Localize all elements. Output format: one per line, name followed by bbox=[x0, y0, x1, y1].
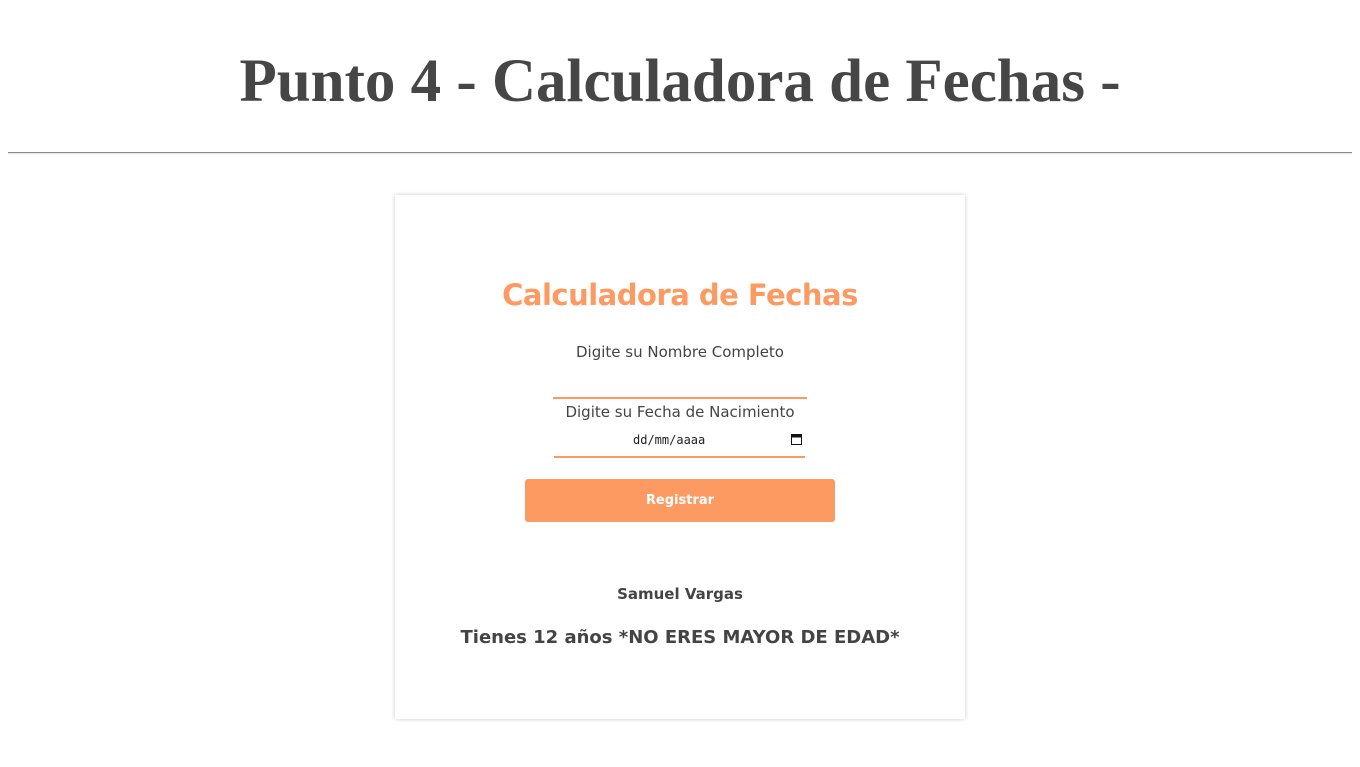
name-label: Digite su Nombre Completo bbox=[576, 343, 784, 361]
result-name: Samuel Vargas bbox=[617, 585, 743, 603]
birthdate-label: Digite su Fecha de Nacimiento bbox=[565, 403, 795, 421]
birthdate-placeholder: dd/mm/aaaa bbox=[633, 433, 706, 447]
birthdate-input[interactable]: dd/mm/aaaa bbox=[554, 425, 805, 458]
heading-divider bbox=[8, 152, 1352, 154]
register-button[interactable]: Registrar bbox=[525, 479, 835, 522]
name-input[interactable] bbox=[553, 369, 807, 399]
calculator-title: Calculadora de Fechas bbox=[502, 278, 858, 312]
page-heading: Punto 4 - Calculadora de Fechas - bbox=[239, 48, 1121, 115]
result-age-message: Tienes 12 años *NO ERES MAYOR DE EDAD* bbox=[460, 627, 900, 648]
calendar-icon[interactable] bbox=[791, 433, 802, 445]
calculator-card: Calculadora de Fechas Digite su Nombre C… bbox=[395, 195, 965, 719]
